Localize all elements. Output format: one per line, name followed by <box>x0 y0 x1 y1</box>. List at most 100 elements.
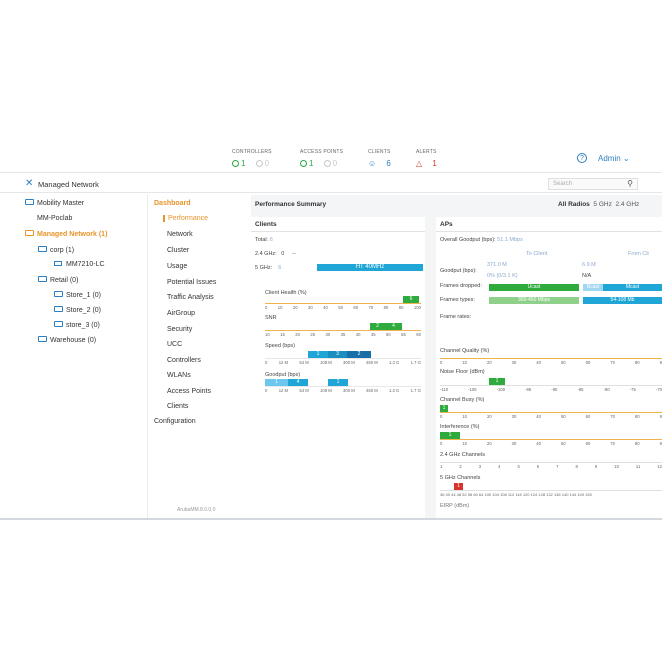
dashboard-menu: Dashboard Performance Network Cluster Us… <box>149 195 249 520</box>
interference-ticks: 0 10 20 30 40 50 60 70 80 9 <box>440 441 662 446</box>
controllers-down-count: 0 <box>255 159 270 168</box>
alerts-count: 1 <box>432 159 438 168</box>
ht40-bar[interactable]: HT 40MHz <box>317 264 423 271</box>
alert-triangle-icon: △ <box>416 159 423 168</box>
noise-floor-bar[interactable]: 1 <box>489 378 505 385</box>
search-input[interactable]: Search ⚲ <box>548 178 638 190</box>
goodput-ticks: 0 12 M 54 M 108 M 300 M 450 M 1.3 G 1.7 G <box>265 388 421 393</box>
top-status-bar: CONTROLLERS 1 0 ACCESS POINTS 1 0 CLIENT… <box>0 145 662 173</box>
noise-floor-ticks: -110 -105 -100 -95 -90 -85 -80 -75 -70 <box>440 387 662 392</box>
menu-item-usage[interactable]: Usage <box>167 263 187 270</box>
client-health-label: Client Health (%) <box>265 290 307 296</box>
aps-up-count: 1 <box>300 159 314 168</box>
health-bar[interactable]: 6 <box>403 296 419 303</box>
snr-bar-2[interactable]: 4 <box>385 323 402 330</box>
speed-bar-3[interactable]: 2 <box>347 351 371 358</box>
speed-label: Speed (bps) <box>265 343 295 349</box>
goodput-bar-2[interactable]: 4 <box>288 379 308 386</box>
menu-item-access-points[interactable]: Access Points <box>167 388 211 395</box>
speed-bar-1[interactable]: 1 <box>308 351 328 358</box>
menu-item-cluster[interactable]: Cluster <box>167 247 189 254</box>
tree-node-store-3[interactable]: store_3 (0) <box>54 321 100 329</box>
controllers-label: CONTROLLERS <box>232 149 272 155</box>
menu-dashboard[interactable]: Dashboard <box>154 200 191 207</box>
rate-from-bar[interactable]: 54-108 Mb <box>583 297 662 304</box>
collapse-close-icon[interactable]: ✕ <box>25 178 33 189</box>
admin-user-menu[interactable]: Admin ⌄ <box>598 154 630 163</box>
menu-item-performance[interactable]: Performance <box>163 215 208 222</box>
menu-item-airgroup[interactable]: AirGroup <box>167 310 195 317</box>
folder-icon <box>54 291 63 297</box>
menu-item-security[interactable]: Security <box>167 326 192 333</box>
goodput-bar-1[interactable]: 1 <box>265 379 288 386</box>
frame-rates-label: Frame rates: <box>440 314 472 320</box>
tab-5ghz[interactable]: 5 GHz <box>593 201 611 208</box>
bcast-bar[interactable]: Bcast <box>583 284 603 291</box>
tab-24ghz[interactable]: 2.4 GHz <box>615 201 639 208</box>
snr-bar-1[interactable]: 2 <box>370 323 385 330</box>
interference-label: Interference (%) <box>440 424 480 430</box>
folder-icon <box>54 306 63 312</box>
menu-configuration[interactable]: Configuration <box>154 418 196 425</box>
folder-icon <box>38 246 47 252</box>
tree-node-mobility-master[interactable]: Mobility Master <box>25 199 84 207</box>
mcast-bar[interactable]: Mcast <box>603 284 662 291</box>
performance-content: Performance Summary All Radios 5 GHz 2.4… <box>251 195 662 520</box>
tab-all-radios[interactable]: All Radios <box>558 201 590 208</box>
tree-node-managed-network[interactable]: Managed Network (1) <box>25 230 107 238</box>
help-icon[interactable]: ? <box>577 153 587 163</box>
tree-node-mm7210-lc[interactable]: MM7210-LC <box>54 261 105 268</box>
radio-tabs: All Radios 5 GHz 2.4 GHz <box>558 201 639 208</box>
goodput-bar-3[interactable]: 1 <box>328 379 348 386</box>
controllers-stat[interactable]: CONTROLLERS 1 0 <box>232 149 272 168</box>
page-title: Performance Summary <box>255 201 327 208</box>
frames-dropped-label: Frames dropped: <box>440 283 482 289</box>
speed-bar-2[interactable]: 3 <box>328 351 347 358</box>
clients-stat[interactable]: CLIENTS ☺ 6 <box>368 149 391 168</box>
clients-count: 6 <box>386 159 392 168</box>
ucast-bar[interactable]: Ucast <box>489 284 579 291</box>
user-icon: ☺ <box>368 159 377 168</box>
snr-label: SNR <box>265 315 277 321</box>
search-icon[interactable]: ⚲ <box>627 179 633 188</box>
goodput-bps-label: Goodput (bps): <box>440 268 477 274</box>
snr-ticks: 10 15 20 25 30 35 40 45 50 55 60 <box>265 332 421 337</box>
tree-node-warehouse[interactable]: Warehouse (0) <box>38 336 96 344</box>
managed-network-title[interactable]: Managed Network <box>38 180 99 189</box>
menu-item-potential-issues[interactable]: Potential Issues <box>167 279 216 286</box>
version-label: ArubaMM.8.0.0.0 <box>177 507 216 513</box>
tree-node-corp[interactable]: corp (1) <box>38 246 74 254</box>
check-circle-icon <box>232 160 239 167</box>
tree-node-store-2[interactable]: Store_2 (0) <box>54 306 101 314</box>
frames-types-label: Frames types: <box>440 297 475 303</box>
tree-node-store-1[interactable]: Store_1 (0) <box>54 291 101 299</box>
from-client-header: From Cli <box>628 251 649 257</box>
menu-item-wlans[interactable]: WLANs <box>167 372 191 379</box>
folder-icon <box>38 276 47 282</box>
goodput-label: Goodput (bps) <box>265 372 301 378</box>
alerts-label: ALERTS <box>416 149 437 155</box>
aps-down-count: 0 <box>323 159 338 168</box>
folder-icon <box>38 336 47 342</box>
menu-item-clients[interactable]: Clients <box>167 403 188 410</box>
aruba-mobility-master-app: CONTROLLERS 1 0 ACCESS POINTS 1 0 CLIENT… <box>0 145 662 520</box>
aps-panel-title: APs <box>440 221 453 228</box>
access-points-stat[interactable]: ACCESS POINTS 1 0 <box>300 149 343 168</box>
tree-node-mm-poclab[interactable]: MM-Poclab <box>37 215 72 222</box>
menu-item-ucc[interactable]: UCC <box>167 341 182 348</box>
menu-item-controllers[interactable]: Controllers <box>167 357 201 364</box>
channel-quality-ticks: 0 10 20 30 40 50 60 70 80 9 <box>440 360 662 365</box>
tree-node-retail[interactable]: Retail (0) <box>38 276 78 284</box>
alerts-stat[interactable]: ALERTS △ 1 <box>416 149 437 168</box>
interference-bar[interactable]: 1 <box>440 432 460 439</box>
goodput-from-pct: N/A <box>582 273 592 279</box>
rate-to-bar[interactable]: 300-450 Mbps <box>489 297 579 304</box>
menu-item-network[interactable]: Network <box>167 231 193 238</box>
goodput-to-pct: 0% (0/3.1 K) <box>487 273 518 279</box>
ghz5-channel-bar[interactable]: 1 <box>454 483 463 490</box>
ghz5-channels-label: 5 GHz Channels <box>440 475 481 481</box>
menu-item-traffic-analysis[interactable]: Traffic Analysis <box>167 294 214 301</box>
access-points-label: ACCESS POINTS <box>300 149 344 155</box>
down-circle-icon <box>255 160 263 167</box>
channel-busy-bar[interactable]: 1 <box>440 405 448 412</box>
